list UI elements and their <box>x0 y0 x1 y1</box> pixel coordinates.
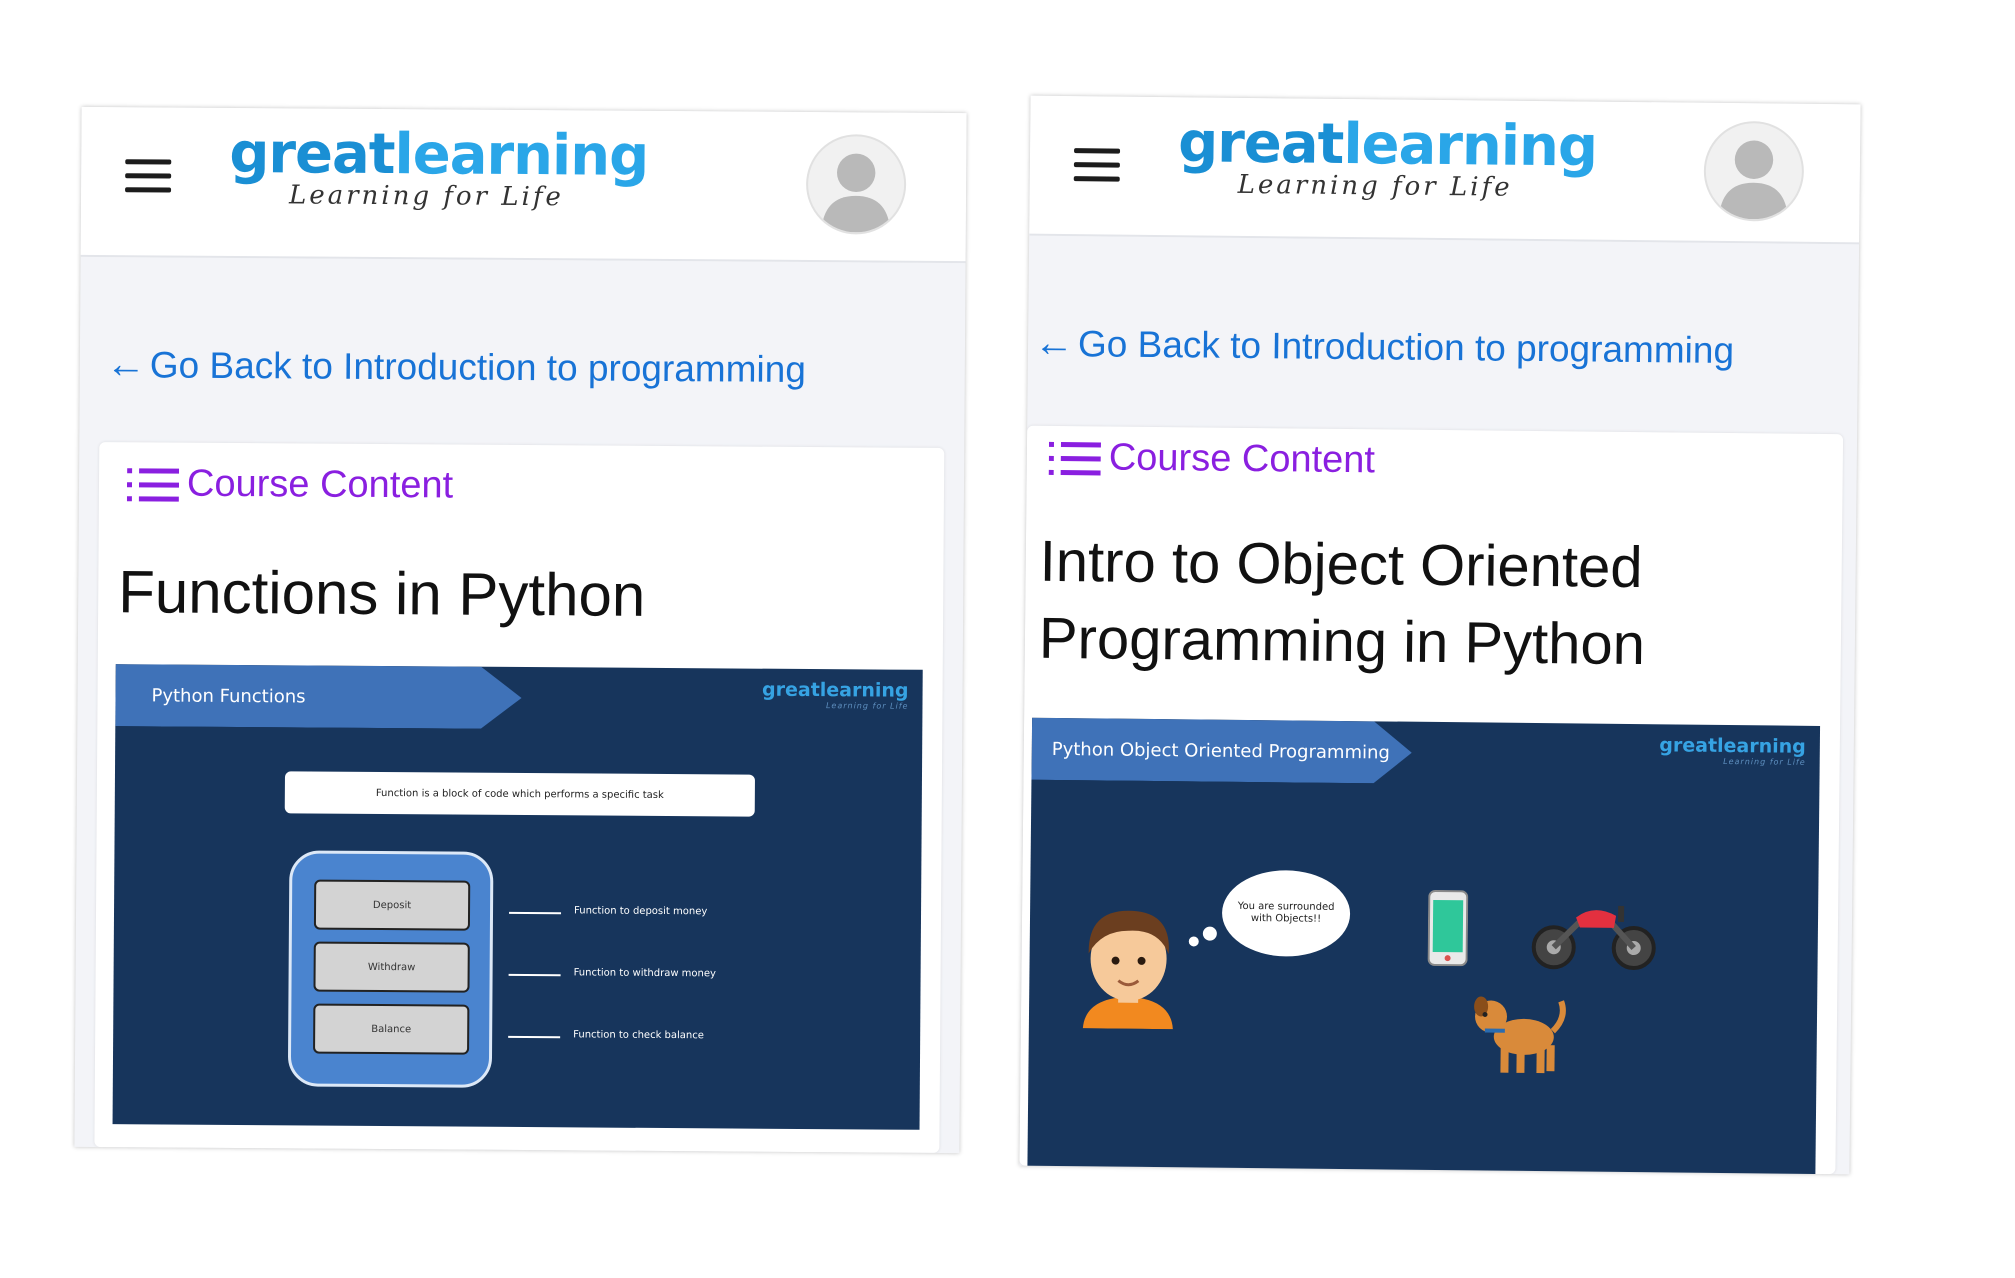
logo[interactable]: greatlearning Learning for Life <box>229 121 648 213</box>
withdraw-box: Withdraw <box>313 941 470 993</box>
course-content-label: Course Content <box>1108 436 1376 482</box>
function-group: Deposit Withdraw Balance <box>287 850 494 1088</box>
motorbike-icon <box>1531 905 1656 971</box>
back-arrow-icon: ← <box>105 342 146 387</box>
course-title: Intro to Object Oriented Programming in … <box>1039 524 1647 683</box>
phone-screen-left: greatlearning Learning for Life ←Go Back… <box>74 106 967 1154</box>
slide-logo-tag: Learning for Life <box>825 701 909 711</box>
course-title-line1: Intro to Object Oriented <box>1039 528 1643 601</box>
list-icon <box>126 468 180 502</box>
phone-icon <box>1427 889 1469 967</box>
deposit-box: Deposit <box>313 879 471 931</box>
balance-box: Balance <box>313 1003 470 1055</box>
back-link[interactable]: ←Go Back to Introduction to programming <box>106 342 806 392</box>
thought-bubble: You are surrounded with Objects!! <box>1221 869 1351 958</box>
logo-great: great <box>1177 110 1344 177</box>
slide-logo: greatlearning Learning for Life <box>762 679 909 711</box>
arrow-line <box>509 911 562 915</box>
avatar-icon[interactable] <box>1703 120 1805 222</box>
back-arrow-icon: ← <box>1033 320 1075 366</box>
slide-banner: Python Object Oriented Programming <box>1031 718 1412 784</box>
avatar-icon[interactable] <box>805 133 907 235</box>
definition-box: Function is a block of code which perfor… <box>284 771 755 817</box>
function-description: Function to check balance <box>573 1029 704 1042</box>
course-title: Functions in Python <box>118 558 646 629</box>
arrow-line <box>508 973 561 977</box>
logo-great: great <box>229 120 395 188</box>
course-content-link[interactable]: Course Content <box>1048 436 1376 482</box>
course-content-label: Course Content <box>186 462 454 507</box>
back-link-label: Go Back to Introduction to programming <box>149 344 807 390</box>
app-header: greatlearning Learning for Life <box>80 106 967 264</box>
logo-learning: learning <box>1343 111 1598 180</box>
list-icon <box>1048 441 1101 476</box>
video-thumbnail[interactable]: Python Object Oriented Programming great… <box>1027 717 1821 1175</box>
phone-screen-right: greatlearning Learning for Life ←Go Back… <box>1019 95 1861 1175</box>
hamburger-icon[interactable] <box>125 159 172 193</box>
slide-logo-tag: Learning for Life <box>1723 756 1806 767</box>
logo-learning: learning <box>394 122 649 189</box>
hamburger-icon[interactable] <box>1073 148 1121 182</box>
video-thumbnail[interactable]: Python Functions greatlearning Learning … <box>112 664 923 1130</box>
function-description: Function to deposit money <box>574 905 708 918</box>
boy-icon <box>1082 910 1173 1030</box>
thought-dots <box>1188 926 1217 947</box>
app-header: greatlearning Learning for Life <box>1029 95 1861 245</box>
logo[interactable]: greatlearning Learning for Life <box>1178 110 1598 203</box>
dog-icon <box>1474 996 1566 1074</box>
function-description: Function to withdraw money <box>573 967 717 980</box>
slide-banner: Python Functions <box>115 664 521 729</box>
course-content-link[interactable]: Course Content <box>126 462 454 507</box>
arrow-line <box>508 1035 561 1039</box>
slide-logo-main: greatlearning <box>1659 734 1806 758</box>
course-card: Course Content Functions in Python Pytho… <box>94 442 945 1153</box>
course-title-line2: Programming in Python <box>1038 605 1646 677</box>
back-link[interactable]: ←Go Back to Introduction to programming <box>1034 321 1734 373</box>
back-link-label: Go Back to Introduction to programming <box>1077 323 1735 372</box>
course-card: Course Content Intro to Object Oriented … <box>1019 425 1844 1175</box>
slide-logo-main: greatlearning <box>761 678 909 702</box>
slide-logo: greatlearning Learning for Life <box>1659 734 1806 767</box>
